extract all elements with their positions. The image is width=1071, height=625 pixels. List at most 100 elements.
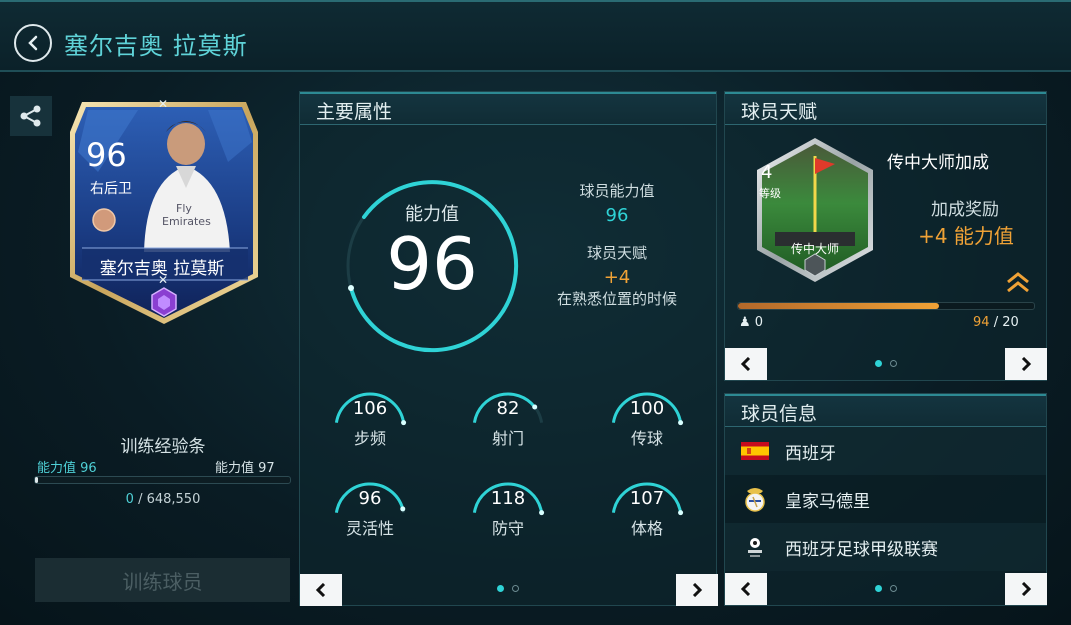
training-xp-title: 训练经验条 <box>120 437 206 457</box>
talent-progress-current: 94 <box>973 315 990 330</box>
club-crest-icon <box>725 485 785 513</box>
stat-value: 118 <box>490 488 526 509</box>
xp-right-label: 能力值 <box>215 461 255 476</box>
overall-value: 96 <box>386 222 478 306</box>
chevron-right-icon <box>1021 582 1032 596</box>
prev-button[interactable] <box>725 348 767 380</box>
page-dot-active[interactable] <box>875 360 882 367</box>
xp-total: 648,550 <box>146 492 201 507</box>
talent-progress-fill <box>738 303 940 309</box>
talent-value: +4 <box>603 267 631 288</box>
share-button[interactable] <box>10 96 52 136</box>
person-icon: ♟ <box>739 315 751 330</box>
next-button[interactable] <box>676 574 718 606</box>
stat-gauge: 118 防守 <box>470 478 546 548</box>
stat-value: 96 <box>358 488 382 509</box>
stat-gauge: 106 步频 <box>332 388 408 458</box>
spain-flag-icon <box>725 442 785 460</box>
player-talent-panel: 球员天赋 4 等级 传中大师 传中大师加成 加成奖励 +4 能力值 ♟ 0 94… <box>724 91 1047 381</box>
xp-separator: / <box>138 492 143 507</box>
talent-progress-sep: / <box>993 315 999 330</box>
page-dot[interactable] <box>890 360 897 367</box>
talent-progress-bar <box>737 302 1035 310</box>
svg-text:✕: ✕ <box>158 97 168 111</box>
info-row-league[interactable]: 西班牙足球甲级联赛 <box>725 523 1046 571</box>
stat-label: 射门 <box>491 429 524 448</box>
panel-header: 球员天赋 <box>725 92 1046 125</box>
player-card[interactable]: Fly Emirates ✕ ✕ <box>58 92 270 332</box>
talent-progress-count: 94 / 20 <box>973 315 1019 330</box>
talent-min: ♟ 0 <box>739 315 763 330</box>
chevron-right-icon <box>1021 357 1032 371</box>
talent-badge-name: 传中大师 <box>790 242 839 256</box>
next-button[interactable] <box>1005 573 1047 605</box>
talent-level-label: 等级 <box>759 187 781 200</box>
prev-button[interactable] <box>725 573 767 605</box>
page-dot[interactable] <box>512 585 519 592</box>
page-dots <box>875 360 897 367</box>
player-overall-info: 球员能力值 96 <box>532 180 702 226</box>
chevron-left-icon <box>28 35 38 51</box>
share-icon <box>20 105 41 127</box>
xp-left-value: 96 <box>80 461 97 476</box>
page-dot[interactable] <box>890 585 897 592</box>
stat-value: 82 <box>496 398 520 419</box>
stat-value: 106 <box>352 398 388 419</box>
xp-next-rating: 能力值 97 <box>215 457 275 476</box>
svg-text:Fly: Fly <box>176 202 192 215</box>
page-title: 塞尔吉奥 拉莫斯 <box>64 32 248 60</box>
stat-gauge: 100 传球 <box>609 388 685 458</box>
info-row-nation[interactable]: 西班牙 <box>725 427 1046 475</box>
xp-left-label: 能力值 <box>37 461 77 476</box>
card-rating: 96 <box>86 136 127 174</box>
stat-label: 防守 <box>491 519 524 538</box>
card-player-name: 塞尔吉奥 拉莫斯 <box>99 259 225 279</box>
talent-min-value: 0 <box>754 315 764 330</box>
info-row-club[interactable]: 皇家马德里 <box>725 475 1046 523</box>
svg-text:Emirates: Emirates <box>162 215 211 228</box>
panel-header: 球员信息 <box>725 394 1046 427</box>
xp-right-value: 97 <box>258 461 275 476</box>
player-ovr-value: 96 <box>605 205 629 226</box>
stat-label: 步频 <box>353 429 386 448</box>
info-list: 西班牙 皇家马德里 西班牙足球甲级联赛 <box>725 427 1046 577</box>
stat-label: 灵活性 <box>345 519 394 538</box>
page-dot-active[interactable] <box>497 585 504 592</box>
xp-current: 0 <box>125 492 134 507</box>
chevron-left-icon <box>315 583 326 597</box>
train-player-button[interactable]: 训练球员 <box>35 558 290 602</box>
panel-title: 球员天赋 <box>741 101 818 123</box>
next-button[interactable] <box>1005 348 1047 380</box>
player-card-frame: Fly Emirates ✕ ✕ <box>70 97 258 324</box>
stat-gauge: 107 体格 <box>609 478 685 548</box>
top-bar: 塞尔吉奥 拉莫斯 <box>0 0 1071 72</box>
panel-header: 主要属性 <box>300 92 716 125</box>
talent-name: 传中大师加成 <box>887 153 989 173</box>
upgrade-chevrons-icon[interactable] <box>1006 272 1030 294</box>
stat-gauge: 96 灵活性 <box>332 478 408 548</box>
back-button[interactable] <box>14 24 52 62</box>
chevron-right-icon <box>692 583 703 597</box>
prev-button[interactable] <box>300 574 342 606</box>
stat-label: 传球 <box>630 429 663 448</box>
league-name: 西班牙足球甲级联赛 <box>785 539 938 560</box>
talent-info: 球员天赋 +4 在熟悉位置的时候 <box>532 242 702 309</box>
main-attributes-panel: 主要属性 能力值 96 球员能力值 96 球员天赋 +4 在熟悉位置的时候 10… <box>299 91 718 606</box>
talent-progress-total: 20 <box>1002 315 1019 330</box>
stat-value: 107 <box>629 488 665 509</box>
chevron-left-icon <box>740 357 751 371</box>
league-logo-icon <box>725 535 785 559</box>
talent-note: 在熟悉位置的时候 <box>556 290 677 308</box>
page-dot-active[interactable] <box>875 585 882 592</box>
talent-label: 球员天赋 <box>586 244 647 262</box>
talent-badge[interactable] <box>753 136 877 284</box>
xp-current-rating: 能力值 96 <box>37 457 97 476</box>
page-dots <box>497 585 519 592</box>
nation-name: 西班牙 <box>785 443 836 464</box>
panel-title: 主要属性 <box>316 101 393 123</box>
club-name: 皇家马德里 <box>785 491 870 512</box>
card-position: 右后卫 <box>90 181 132 197</box>
bonus-label: 加成奖励 <box>931 200 999 220</box>
xp-count: 0 / 648,550 <box>36 492 290 507</box>
page-dots <box>875 585 897 592</box>
